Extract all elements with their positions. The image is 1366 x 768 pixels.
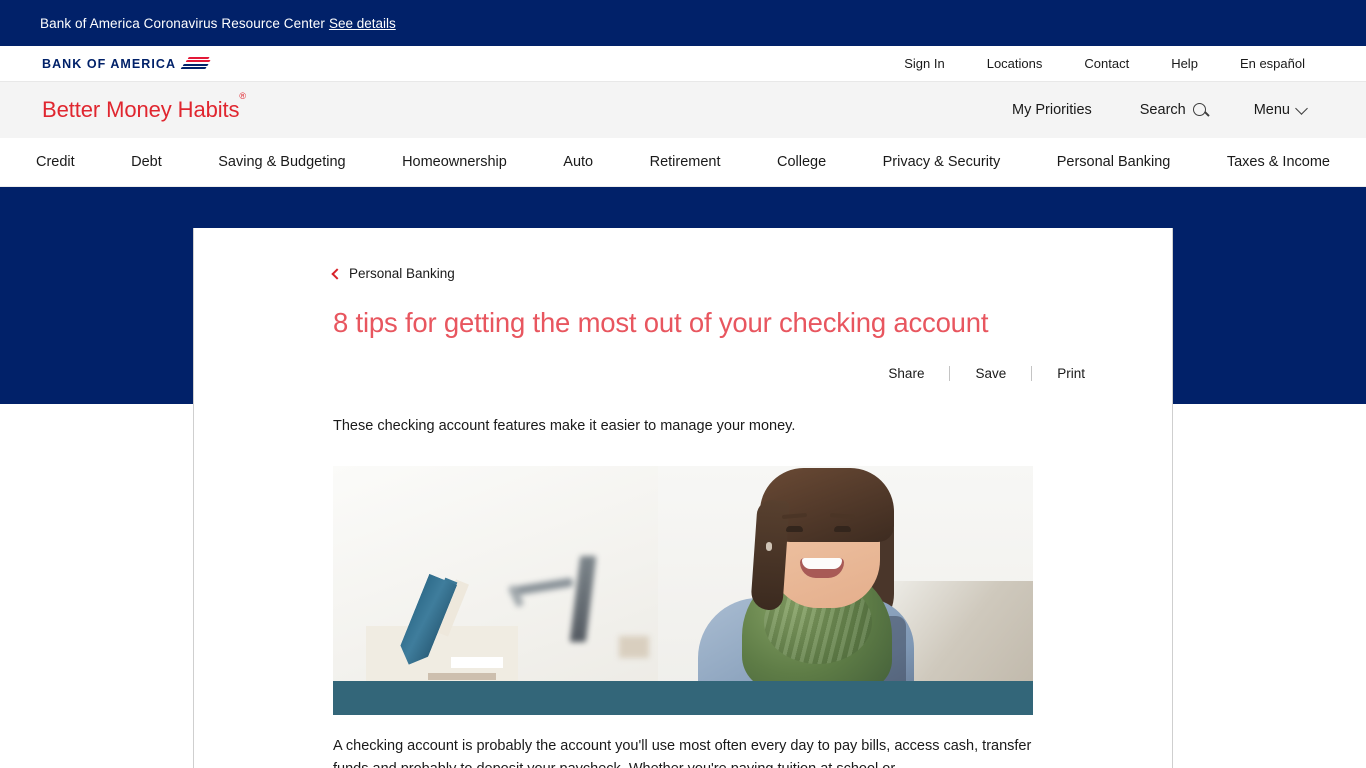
smile-shape — [800, 557, 844, 578]
chevron-left-icon — [331, 267, 343, 280]
search-label: Search — [1139, 102, 1186, 118]
nav-item-debt[interactable]: Debt — [117, 154, 176, 170]
nav-item-privacy-security[interactable]: Privacy & Security — [869, 154, 1015, 170]
nav-item-saving-budgeting[interactable]: Saving & Budgeting — [204, 154, 359, 170]
save-button[interactable]: Save — [950, 366, 1031, 381]
nav-item-auto[interactable]: Auto — [549, 154, 607, 170]
page-body: These checking account features make it … — [0, 404, 1366, 768]
brand-band: Better Money Habits® My Priorities Searc… — [0, 82, 1366, 138]
brand-band-actions: My Priorities Search Menu — [988, 101, 1330, 118]
bank-of-america-logo[interactable]: BANK OF AMERICA — [42, 56, 211, 71]
breadcrumb[interactable]: Personal Banking — [331, 266, 455, 281]
utility-link-help[interactable]: Help — [1150, 56, 1219, 71]
utility-link-en-espanol[interactable]: En español — [1219, 56, 1326, 71]
search-icon — [1192, 103, 1206, 116]
utility-link-locations[interactable]: Locations — [966, 56, 1064, 71]
print-button[interactable]: Print — [1032, 366, 1110, 381]
better-money-habits-logo[interactable]: Better Money Habits® — [42, 91, 246, 123]
article-tools: Share Save Print — [333, 366, 1124, 381]
utility-link-contact[interactable]: Contact — [1063, 56, 1150, 71]
nav-item-college[interactable]: College — [763, 154, 840, 170]
utility-links: Sign In Locations Contact Help En españo… — [883, 56, 1326, 71]
article-card-body: These checking account features make it … — [193, 404, 1173, 768]
page-title: 8 tips for getting the most out of your … — [333, 307, 989, 338]
article-hero-image — [333, 465, 1033, 715]
hero-banner: Personal Banking 8 tips for getting the … — [0, 187, 1366, 404]
eye-left — [786, 525, 803, 532]
my-priorities-link[interactable]: My Priorities — [988, 102, 1116, 118]
share-button[interactable]: Share — [863, 366, 949, 381]
brand-name-text: Better Money Habits — [42, 97, 240, 122]
coronavirus-alert-bar: Bank of America Coronavirus Resource Cen… — [0, 0, 1366, 46]
menu-button[interactable]: Menu — [1230, 101, 1330, 118]
main-navigation: Credit Debt Saving & Budgeting Homeowner… — [0, 138, 1366, 187]
nav-item-homeownership[interactable]: Homeownership — [388, 154, 521, 170]
utility-link-sign-in[interactable]: Sign In — [883, 56, 965, 71]
boa-wordmark: BANK OF AMERICA — [42, 57, 177, 71]
see-details-link[interactable]: See details — [329, 16, 396, 31]
image-footer-band — [333, 680, 1033, 715]
nav-item-personal-banking[interactable]: Personal Banking — [1043, 154, 1185, 170]
my-priorities-label: My Priorities — [1012, 102, 1092, 118]
woman-photo — [658, 466, 1033, 715]
chevron-down-icon — [1295, 101, 1308, 115]
menu-label: Menu — [1253, 102, 1290, 118]
nav-item-retirement[interactable]: Retirement — [636, 154, 735, 170]
search-button[interactable]: Search — [1116, 102, 1230, 118]
breadcrumb-label: Personal Banking — [349, 266, 455, 281]
nav-item-taxes-income[interactable]: Taxes & Income — [1213, 154, 1344, 170]
eye-right — [834, 525, 851, 532]
registered-mark: ® — [239, 90, 246, 101]
article-body-paragraph: A checking account is probably the accou… — [333, 737, 1032, 768]
earring-shape — [766, 541, 772, 551]
utility-bar: BANK OF AMERICA Sign In Locations Contac… — [0, 46, 1366, 82]
background-shelf-blur — [619, 635, 649, 658]
boa-flag-icon — [180, 56, 211, 71]
alert-message: Bank of America Coronavirus Resource Cen… — [40, 15, 325, 31]
article-intro: These checking account features make it … — [333, 418, 796, 434]
article-card-top: Personal Banking 8 tips for getting the … — [193, 228, 1173, 404]
nav-item-credit[interactable]: Credit — [22, 154, 89, 170]
